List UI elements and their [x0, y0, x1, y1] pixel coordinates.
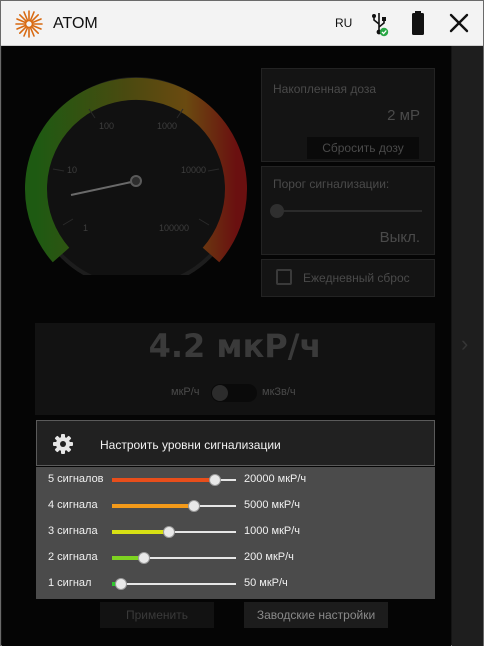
signal-level-knob[interactable] [188, 500, 200, 512]
unit-right-label: мкЗв/ч [262, 386, 296, 398]
daily-reset-checkbox[interactable]: Ежедневный сброс [261, 259, 435, 297]
close-icon[interactable] [447, 11, 471, 35]
gauge-tick-label: 100000 [159, 223, 189, 233]
gauge-tick-label: 10000 [181, 165, 206, 175]
atom-logo-icon [15, 10, 43, 38]
chevron-right-icon[interactable]: › [461, 331, 468, 357]
signal-level-row: 5 сигналов 20000 мкР/ч [36, 467, 435, 493]
dose-label: Накопленная доза [273, 82, 377, 96]
app-window: ATOM RU › 1 10 100 1000 10000 100000 Нак… [0, 0, 484, 646]
signal-level-label: 2 сигнала [48, 551, 98, 563]
reset-dose-button[interactable]: Сбросить дозу [307, 137, 419, 159]
language-switch[interactable]: RU [335, 16, 352, 30]
unit-left-label: мкР/ч [171, 386, 200, 398]
signal-level-label: 4 сигнала [48, 499, 98, 511]
signal-levels-list: 5 сигналов 20000 мкР/ч 4 сигнала 5000 мк… [36, 467, 435, 599]
gauge-tick-label: 10 [67, 165, 77, 175]
signal-level-fill [112, 530, 169, 534]
signal-level-label: 5 сигналов [48, 473, 104, 485]
alarm-value: Выкл. [379, 229, 420, 246]
alarm-slider-knob[interactable] [270, 204, 284, 218]
title-bar: ATOM RU [1, 1, 483, 46]
alarm-threshold-panel: Порог сигнализации: Выкл. [261, 166, 435, 255]
gear-icon [53, 434, 73, 454]
signal-level-row: 2 сигнала 200 мкР/ч [36, 545, 435, 571]
signal-level-row: 4 сигнала 5000 мкР/ч [36, 493, 435, 519]
signal-level-knob[interactable] [138, 552, 150, 564]
factory-settings-button[interactable]: Заводские настройки [244, 602, 388, 628]
radiation-gauge: 1 10 100 1000 10000 100000 [25, 77, 247, 275]
daily-reset-label: Ежедневный сброс [303, 271, 410, 285]
signal-level-value: 1000 мкР/ч [244, 525, 301, 537]
alarm-label: Порог сигнализации: [273, 177, 390, 191]
signal-level-row: 1 сигнал 50 мкР/ч [36, 571, 435, 597]
signal-level-fill [112, 478, 215, 482]
signal-level-label: 1 сигнал [48, 577, 92, 589]
dose-panel: Накопленная доза 2 мР Сбросить дозу [261, 68, 435, 162]
gauge-tick-label: 100 [99, 121, 114, 131]
reading-panel: 4.2 мкР/ч мкР/ч мкЗв/ч [35, 323, 435, 415]
usb-icon [372, 13, 389, 37]
signal-level-knob[interactable] [163, 526, 175, 538]
signal-level-slider[interactable] [112, 583, 236, 585]
app-title: ATOM [53, 15, 98, 32]
signal-level-row: 3 сигнала 1000 мкР/ч [36, 519, 435, 545]
dose-rate-value: 4.2 мкР/ч [148, 327, 322, 365]
unit-toggle-knob[interactable] [212, 385, 228, 401]
gauge-tick-label: 1000 [157, 121, 177, 131]
battery-icon [412, 11, 424, 35]
signal-level-value: 20000 мкР/ч [244, 473, 307, 485]
signal-level-value: 200 мкР/ч [244, 551, 294, 563]
checkbox-box[interactable] [276, 269, 292, 285]
apply-button[interactable]: Применить [100, 602, 214, 628]
signal-level-knob[interactable] [115, 578, 127, 590]
signal-level-knob[interactable] [209, 474, 221, 486]
signal-level-fill [112, 504, 194, 508]
gauge-tick-label: 1 [83, 223, 88, 233]
gauge-pivot [130, 175, 142, 187]
signal-level-label: 3 сигнала [48, 525, 98, 537]
signal-levels-title: Настроить уровни сигнализации [100, 438, 281, 452]
alarm-threshold-slider[interactable] [274, 210, 422, 212]
signal-level-value: 5000 мкР/ч [244, 499, 301, 511]
signal-level-value: 50 мкР/ч [244, 577, 288, 589]
dose-value: 2 мР [387, 107, 420, 124]
unit-toggle[interactable] [211, 384, 257, 402]
signal-levels-header[interactable]: Настроить уровни сигнализации [36, 420, 435, 466]
